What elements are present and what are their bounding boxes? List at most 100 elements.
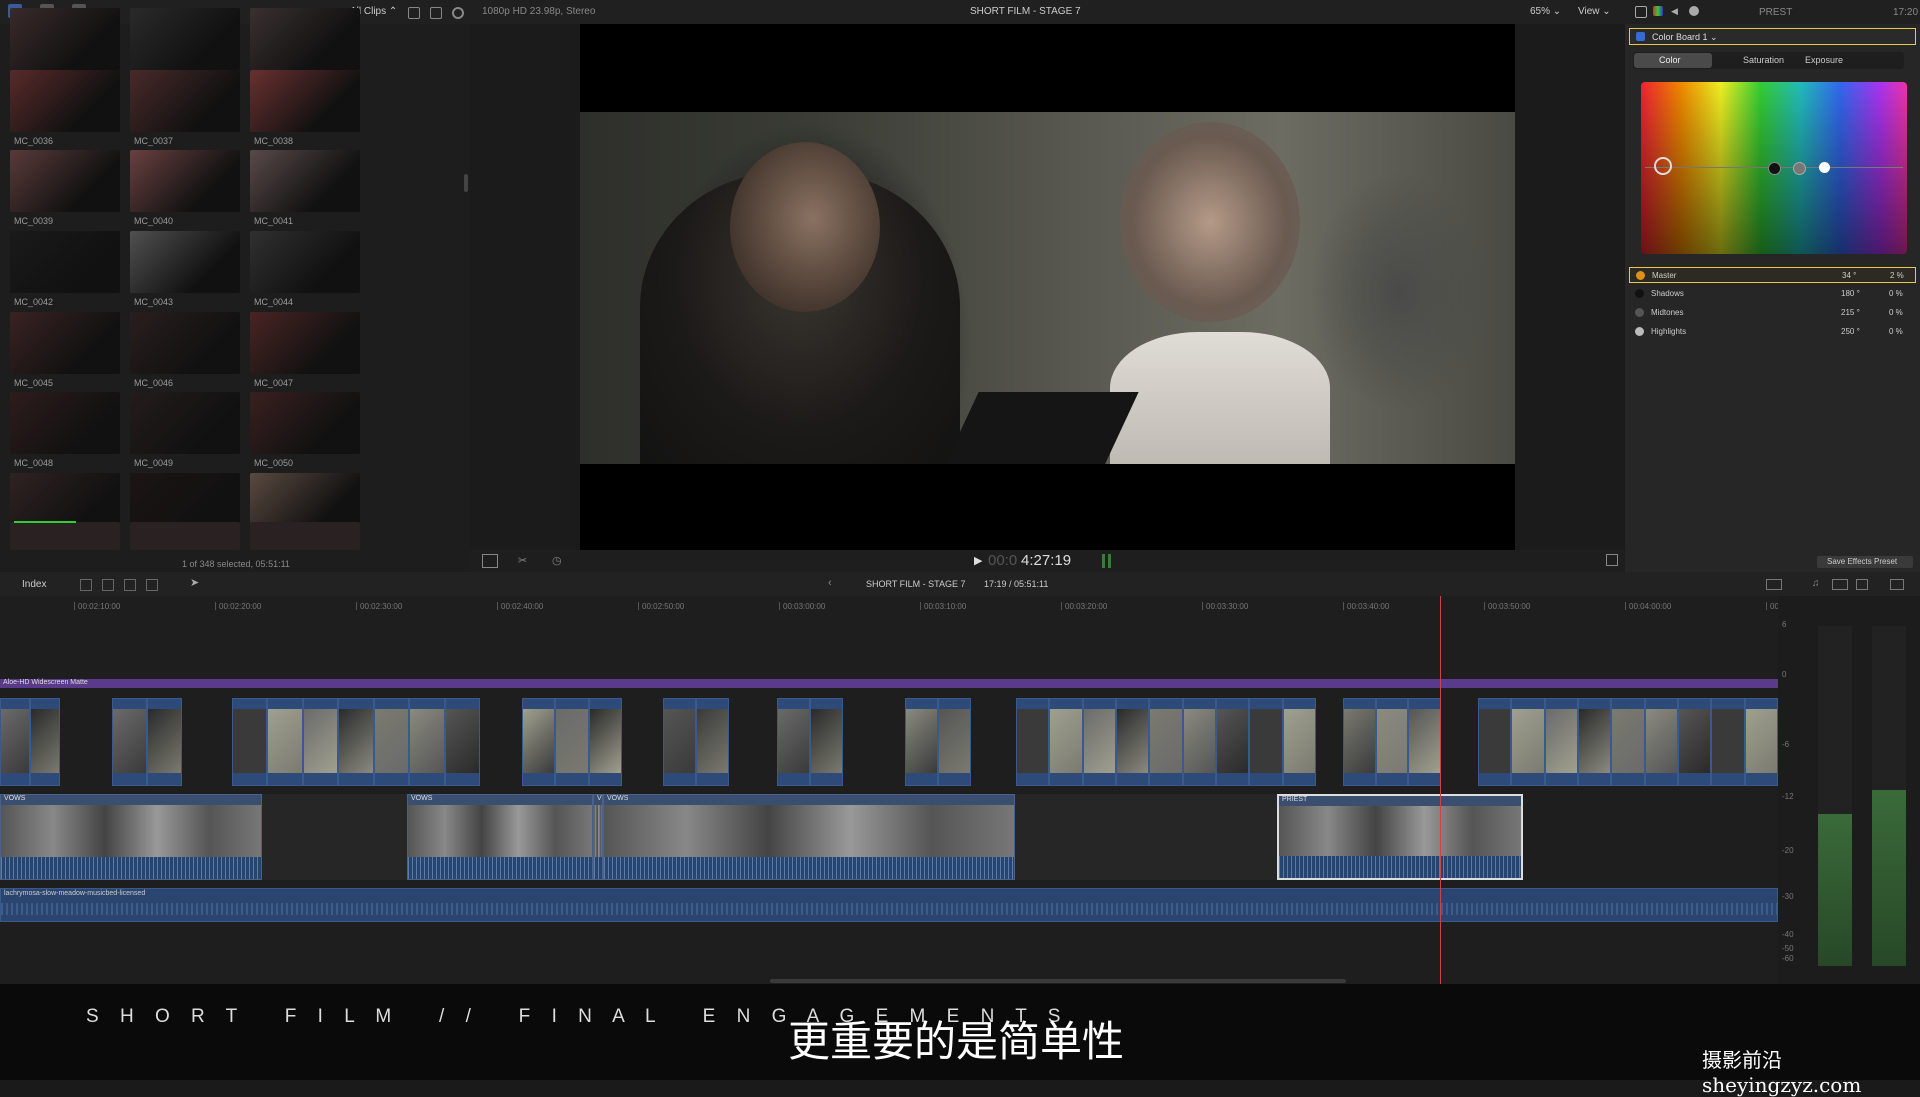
connected-clip[interactable] — [1544, 698, 1578, 786]
connect-icon[interactable] — [80, 579, 92, 591]
clip-thumbnail[interactable]: MC_0038 — [250, 70, 360, 146]
matte-title-clip[interactable]: Aloe-HD Widescreen Matte — [0, 679, 1778, 688]
info-icon[interactable] — [1689, 6, 1699, 16]
color-row-percent[interactable]: 0 % — [1889, 327, 1903, 336]
primary-clip[interactable]: VOWS — [407, 794, 593, 880]
transform-icon[interactable] — [482, 554, 498, 568]
connected-clip[interactable] — [1249, 698, 1283, 786]
save-effects-preset-button[interactable]: Save Effects Preset — [1817, 556, 1913, 568]
connected-clip[interactable] — [663, 698, 696, 786]
tab-color[interactable]: Color — [1659, 55, 1681, 65]
color-board-label[interactable]: Color Board 1 ⌄ — [1652, 32, 1718, 43]
clip-thumbnail[interactable]: MC_0045 — [10, 312, 120, 388]
color-row-angle[interactable]: 180 ° — [1841, 289, 1860, 298]
connected-clip[interactable] — [1343, 698, 1376, 786]
connected-clip[interactable] — [338, 698, 374, 786]
clip-thumbnail[interactable]: MC_0046 — [130, 312, 240, 388]
connected-clip[interactable] — [1744, 698, 1778, 786]
connected-clip[interactable] — [1644, 698, 1678, 786]
connected-clip[interactable] — [810, 698, 843, 786]
fullscreen-icon[interactable] — [1606, 554, 1618, 566]
play-button[interactable]: ▶ — [974, 554, 982, 567]
effects-browser-icon[interactable] — [1890, 579, 1904, 590]
primary-clip[interactable]: V — [593, 794, 603, 880]
tab-exposure[interactable]: Exposure — [1805, 55, 1843, 65]
zoom-menu[interactable]: 65% ⌄ — [1530, 6, 1561, 17]
connected-clip[interactable] — [938, 698, 971, 786]
gap-clip[interactable] — [262, 794, 407, 880]
midtones-puck[interactable] — [1793, 162, 1806, 175]
connected-clip[interactable] — [696, 698, 729, 786]
connected-clip[interactable] — [147, 698, 182, 786]
clip-thumbnail[interactable]: MC_0042 — [10, 231, 120, 307]
playhead[interactable] — [1440, 596, 1441, 984]
browser-scrollbar[interactable] — [464, 174, 468, 192]
solo-icon[interactable] — [1832, 579, 1848, 590]
audio-icon[interactable]: ◀ — [1671, 6, 1681, 16]
connected-clip[interactable] — [112, 698, 147, 786]
connected-clip[interactable] — [1016, 698, 1050, 786]
clip-thumbnail[interactable]: MC_0033 — [10, 8, 120, 84]
color-icon[interactable] — [1653, 6, 1663, 16]
clip-thumbnail[interactable]: MC_0035 — [250, 8, 360, 84]
connected-clip[interactable] — [1578, 698, 1612, 786]
clip-thumbnail[interactable]: MC_0034 — [130, 8, 240, 84]
timecode[interactable]: 4:27:19 — [1021, 552, 1071, 569]
timeline-scrollbar[interactable] — [770, 979, 1346, 983]
trim-icon[interactable]: ✂ — [518, 554, 530, 567]
append-icon[interactable] — [124, 579, 136, 591]
view-menu[interactable]: View ⌄ — [1578, 6, 1611, 17]
color-row-midtones[interactable]: Midtones 215 ° 0 % — [1629, 305, 1916, 321]
connected-clip[interactable] — [905, 698, 938, 786]
clip-thumbnail[interactable]: MC_0049 — [130, 392, 240, 468]
connected-clip[interactable] — [1511, 698, 1545, 786]
connected-clip[interactable] — [1678, 698, 1712, 786]
master-puck[interactable] — [1654, 157, 1672, 175]
primary-clip[interactable]: VOWS — [0, 794, 262, 880]
settings-icon[interactable] — [430, 7, 442, 19]
headphones-icon[interactable]: ♫ — [1812, 578, 1820, 589]
connected-clip[interactable] — [1408, 698, 1441, 786]
color-row-percent[interactable]: 2 % — [1890, 271, 1904, 280]
color-row-angle[interactable]: 215 ° — [1841, 308, 1860, 317]
gap-clip[interactable] — [1015, 794, 1277, 880]
connected-clip[interactable] — [373, 698, 410, 786]
connected-clip[interactable] — [1149, 698, 1183, 786]
back-chevron-icon[interactable]: ‹ — [828, 577, 832, 589]
clip-thumbnail[interactable]: MC_0050 — [250, 392, 360, 468]
clip-thumbnail[interactable]: MC_0048 — [10, 392, 120, 468]
connected-clip[interactable] — [522, 698, 556, 786]
primary-clip[interactable]: VOWS — [603, 794, 1015, 880]
connected-clip[interactable] — [1478, 698, 1512, 786]
clip-thumbnail[interactable]: MC_0037 — [130, 70, 240, 146]
clip-thumbnail[interactable]: MC_0036 — [10, 70, 120, 146]
color-row-angle[interactable]: 34 ° — [1842, 271, 1856, 280]
clip-appearance-icon[interactable] — [1856, 579, 1868, 590]
insert-icon[interactable] — [102, 579, 114, 591]
connected-clip[interactable] — [1082, 698, 1116, 786]
connected-clip[interactable] — [1611, 698, 1645, 786]
connected-clip[interactable] — [444, 698, 480, 786]
connected-clip[interactable] — [1711, 698, 1745, 786]
clip-thumbnail[interactable]: MC_0039 — [10, 150, 120, 226]
clip-thumbnail-partial[interactable] — [250, 522, 360, 550]
connected-clip[interactable] — [232, 698, 268, 786]
shadows-puck[interactable] — [1768, 162, 1781, 175]
color-row-percent[interactable]: 0 % — [1889, 289, 1903, 298]
music-clip[interactable]: lachrymosa-slow-meadow-musicbed-licensed — [0, 888, 1778, 922]
select-tool-icon[interactable]: ➤ — [190, 576, 199, 589]
connected-clip[interactable] — [1049, 698, 1083, 786]
clip-thumbnail[interactable]: MC_0047 — [250, 312, 360, 388]
connected-clip[interactable] — [30, 698, 60, 786]
connected-clip[interactable] — [409, 698, 445, 786]
color-board-header[interactable]: Color Board 1 ⌄ — [1629, 28, 1916, 45]
tab-saturation[interactable]: Saturation — [1743, 55, 1784, 65]
clip-thumbnail-partial[interactable] — [130, 522, 240, 550]
connected-clip[interactable] — [0, 698, 30, 786]
color-row-master[interactable]: Master 34 ° 2 % — [1629, 267, 1916, 283]
highlights-puck[interactable] — [1819, 162, 1830, 173]
color-row-angle[interactable]: 250 ° — [1841, 327, 1860, 336]
color-board-surface[interactable] — [1641, 82, 1907, 254]
connected-clip[interactable] — [1116, 698, 1150, 786]
connected-clip[interactable] — [777, 698, 810, 786]
